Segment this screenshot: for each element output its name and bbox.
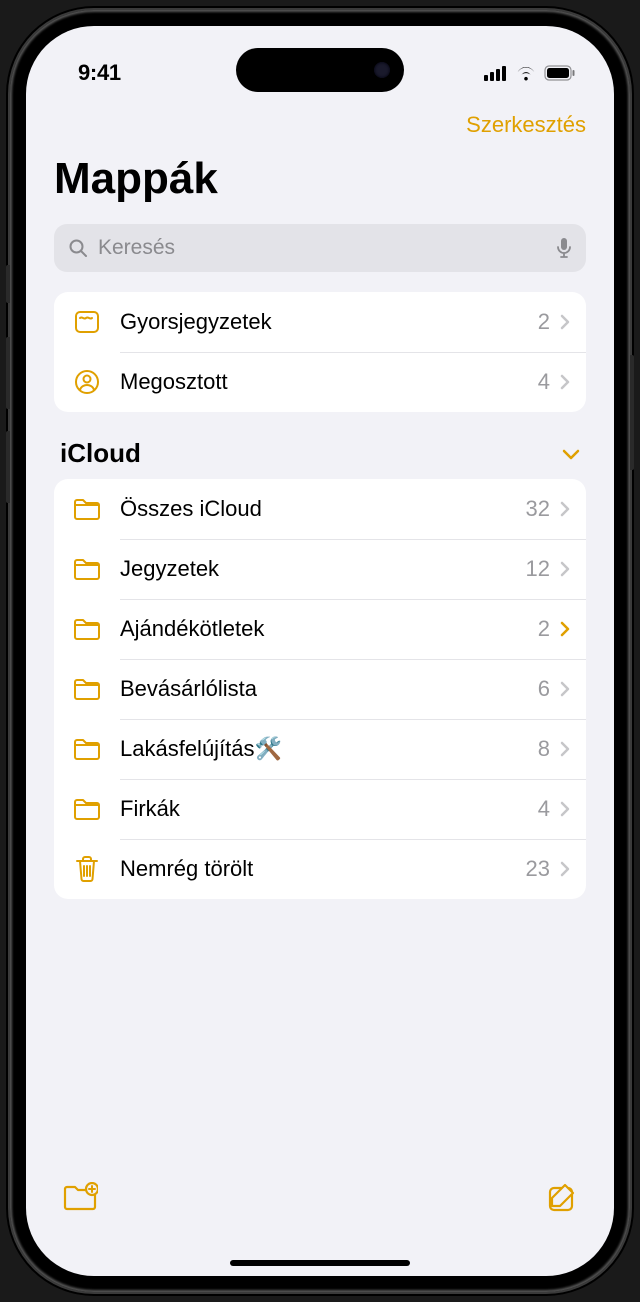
folder-row-shared[interactable]: Megosztott 4	[54, 352, 586, 412]
phone-side-buttons-left	[6, 265, 10, 525]
chevron-right-icon	[560, 374, 570, 390]
folder-row[interactable]: Bevásárlólista 6	[54, 659, 586, 719]
chevron-right-icon	[560, 314, 570, 330]
folder-icon	[70, 497, 104, 521]
folder-icon	[70, 557, 104, 581]
folder-label: Jegyzetek	[120, 556, 526, 582]
icloud-folders-card: Összes iCloud 32 Jegyzetek 12 Ajándékötl…	[54, 479, 586, 899]
phone-frame: 9:41 Szerkesztés Mappák	[10, 10, 630, 1292]
battery-icon	[544, 65, 576, 81]
chevron-right-icon	[560, 681, 570, 697]
wifi-icon	[515, 65, 537, 81]
nav-bar: Szerkesztés	[26, 102, 614, 142]
shared-icon	[70, 368, 104, 396]
folder-row[interactable]: Lakásfelújítás🛠️ 8	[54, 719, 586, 779]
chevron-right-icon	[560, 741, 570, 757]
folder-count: 23	[526, 856, 550, 882]
folder-count: 8	[538, 736, 550, 762]
chevron-down-icon[interactable]	[562, 448, 580, 460]
folder-label: Firkák	[120, 796, 538, 822]
folder-count: 12	[526, 556, 550, 582]
folder-count: 6	[538, 676, 550, 702]
folder-row[interactable]: Firkák 4	[54, 779, 586, 839]
folder-count: 32	[526, 496, 550, 522]
new-folder-button[interactable]	[62, 1182, 98, 1212]
folder-count: 2	[538, 616, 550, 642]
chevron-right-icon	[560, 501, 570, 517]
chevron-right-icon	[560, 561, 570, 577]
search-input[interactable]	[98, 236, 546, 260]
top-folders-card: Gyorsjegyzetek 2 Megosztott 4	[54, 292, 586, 412]
trash-icon	[70, 855, 104, 883]
home-indicator[interactable]	[230, 1260, 410, 1266]
chevron-right-icon	[560, 861, 570, 877]
folder-count: 2	[538, 309, 550, 335]
folder-label: Lakásfelújítás🛠️	[120, 736, 538, 762]
folder-label: Bevásárlólista	[120, 676, 538, 702]
folder-row-trash[interactable]: Nemrég törölt 23	[54, 839, 586, 899]
cellular-icon	[484, 65, 508, 81]
search-icon	[68, 238, 88, 258]
folder-row[interactable]: Ajándékötletek 2	[54, 599, 586, 659]
folder-row[interactable]: Jegyzetek 12	[54, 539, 586, 599]
folder-label: Gyorsjegyzetek	[120, 309, 538, 335]
folder-icon	[70, 797, 104, 821]
folder-row-quicknotes[interactable]: Gyorsjegyzetek 2	[54, 292, 586, 352]
chevron-right-icon	[560, 621, 570, 637]
section-title: iCloud	[60, 438, 141, 469]
folder-icon	[70, 617, 104, 641]
chevron-right-icon	[560, 801, 570, 817]
quicknote-icon	[70, 308, 104, 336]
section-header-icloud[interactable]: iCloud	[54, 438, 586, 479]
search-bar[interactable]	[54, 224, 586, 272]
dictation-icon[interactable]	[556, 237, 572, 259]
folder-count: 4	[538, 796, 550, 822]
edit-button[interactable]: Szerkesztés	[466, 112, 586, 138]
folder-icon	[70, 677, 104, 701]
page-title: Mappák	[26, 142, 614, 224]
screen: 9:41 Szerkesztés Mappák	[26, 26, 614, 1276]
phone-side-button-right	[630, 355, 634, 470]
folder-label: Megosztott	[120, 369, 538, 395]
folder-icon	[70, 737, 104, 761]
new-note-button[interactable]	[546, 1182, 578, 1214]
status-time: 9:41	[78, 60, 121, 86]
dynamic-island	[236, 48, 404, 92]
folder-label: Összes iCloud	[120, 496, 526, 522]
folder-row[interactable]: Összes iCloud 32	[54, 479, 586, 539]
folder-label: Ajándékötletek	[120, 616, 538, 642]
folder-label: Nemrég törölt	[120, 856, 526, 882]
content-scroll[interactable]: Gyorsjegyzetek 2 Megosztott 4	[26, 292, 614, 1164]
folder-count: 4	[538, 369, 550, 395]
